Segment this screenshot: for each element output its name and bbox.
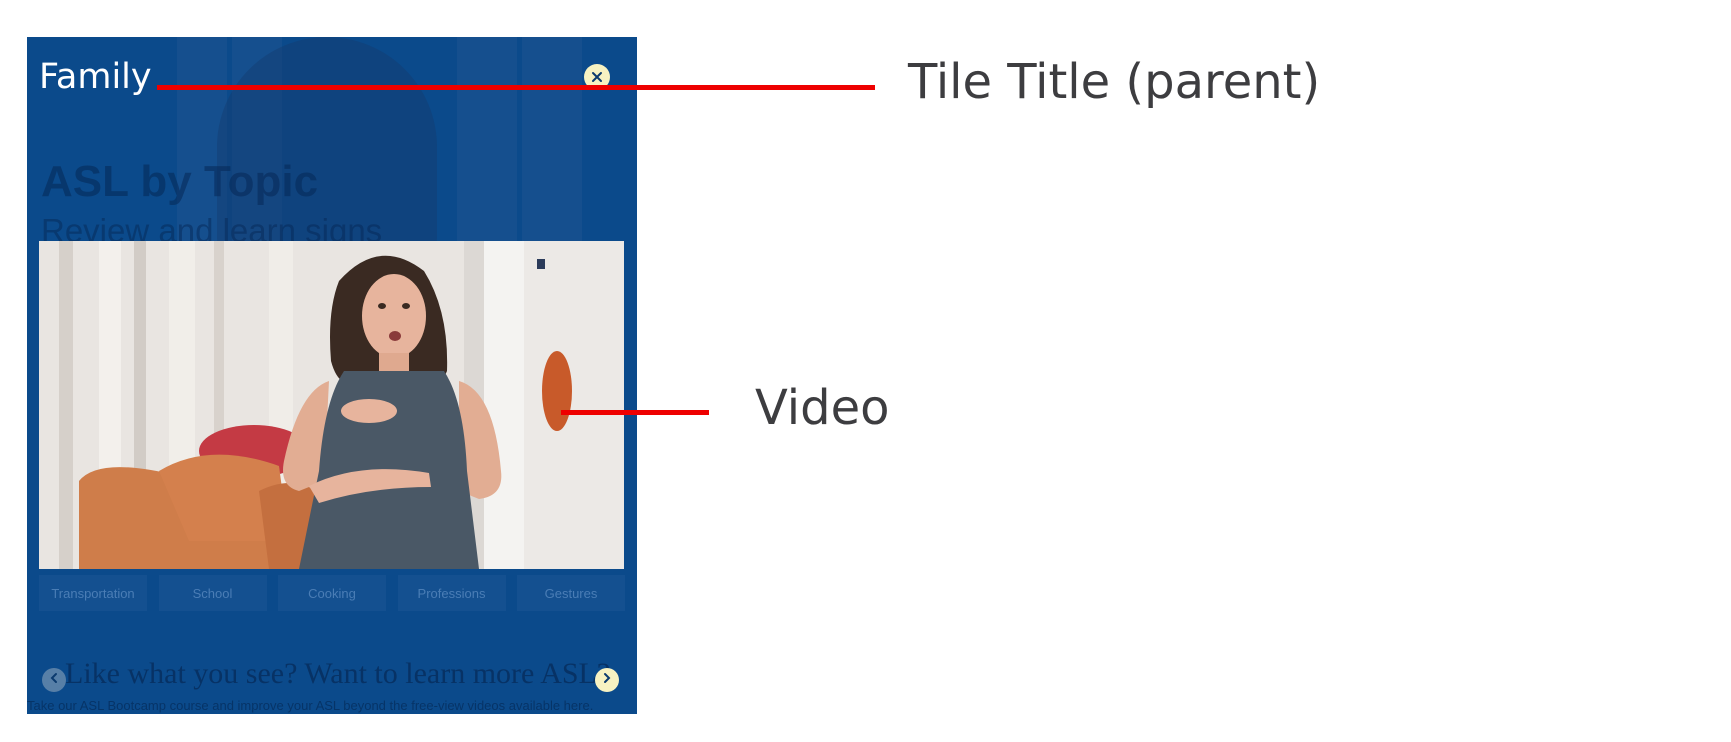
- chevron-left-icon: [48, 671, 60, 689]
- next-button[interactable]: [595, 668, 619, 692]
- video-callout-line: [561, 410, 709, 415]
- topic-button[interactable]: Gestures: [517, 575, 625, 611]
- topic-buttons: Transportation School Cooking Profession…: [39, 575, 625, 611]
- annotated-screenshot: ASL by Topic Review and learn signs Fami…: [0, 0, 1731, 742]
- title-callout-line: [157, 85, 875, 90]
- topic-button[interactable]: Transportation: [39, 575, 147, 611]
- video-player[interactable]: [39, 241, 624, 569]
- background-window-pane: [457, 37, 517, 247]
- chevron-right-icon: [601, 671, 613, 689]
- close-icon: [590, 70, 604, 84]
- tile-title: Family: [39, 57, 152, 97]
- promo-heading: Like what you see? Want to learn more AS…: [65, 657, 611, 690]
- promo-text: Take our ASL Bootcamp course and improve…: [27, 698, 594, 713]
- previous-button[interactable]: [42, 668, 66, 692]
- background-window-pane: [522, 37, 582, 247]
- title-callout-label: Tile Title (parent): [908, 54, 1321, 110]
- video-callout-label: Video: [755, 380, 890, 436]
- background-heading: ASL by Topic: [41, 157, 319, 206]
- video-frame: [39, 241, 624, 569]
- topic-button[interactable]: School: [158, 575, 267, 611]
- tile-panel: ASL by Topic Review and learn signs Fami…: [27, 37, 637, 714]
- topic-button[interactable]: Professions: [397, 575, 506, 611]
- topic-button[interactable]: Cooking: [278, 575, 386, 611]
